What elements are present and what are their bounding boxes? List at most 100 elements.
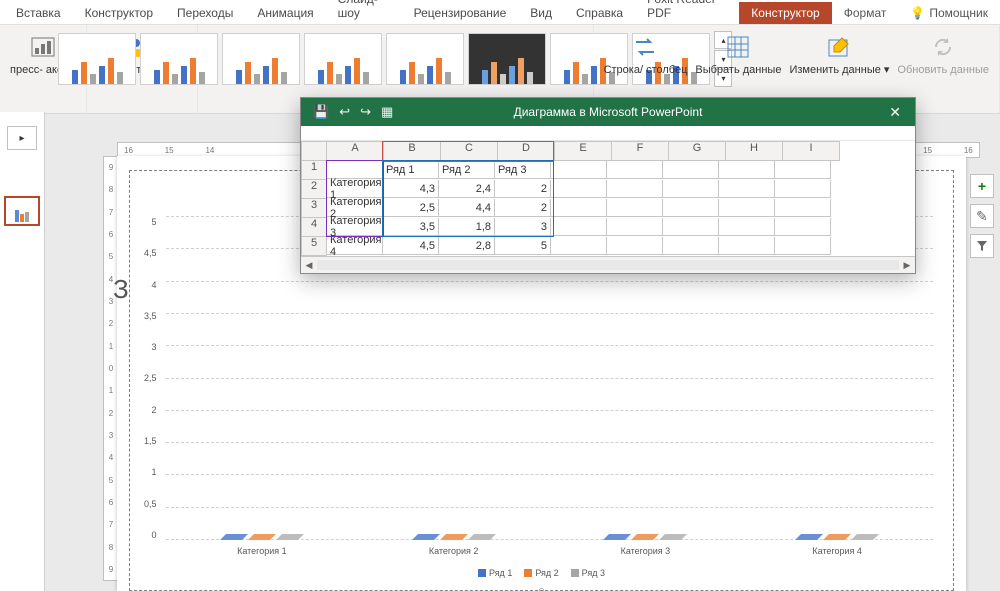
tab-рецензирование[interactable]: Рецензирование	[402, 2, 519, 24]
tab-вставка[interactable]: Вставка	[4, 2, 73, 24]
grid-cell[interactable]: 2	[495, 199, 551, 217]
grid-cell[interactable]	[551, 237, 607, 255]
legend-item[interactable]: Ряд 3	[571, 568, 605, 578]
grid-cell[interactable]: Ряд 2	[439, 161, 495, 179]
grid-cell[interactable]	[607, 237, 663, 255]
grid-cell[interactable]	[775, 218, 831, 236]
refresh-data-button[interactable]: Обновить данные	[893, 27, 993, 81]
scroll-left-icon[interactable]: ◀	[301, 260, 317, 271]
grid-cell[interactable]	[607, 161, 663, 179]
grid-cell[interactable]	[775, 161, 831, 179]
customize-icon[interactable]: ▦	[381, 104, 393, 120]
chart-elements-button[interactable]: +	[970, 174, 994, 198]
row-header[interactable]: 4	[301, 218, 327, 237]
grid-cell[interactable]	[551, 199, 607, 217]
grid-cell[interactable]	[607, 180, 663, 198]
grid-cell[interactable]	[719, 180, 775, 198]
grid-cell[interactable]: Категория 4	[327, 237, 383, 255]
column-header[interactable]: E	[555, 141, 612, 161]
grid-cell[interactable]: 2,4	[439, 180, 495, 198]
chart-style-thumb[interactable]	[58, 33, 136, 85]
legend-item[interactable]: Ряд 2	[524, 568, 558, 578]
data-grid[interactable]: ABCDEFGHI 1Ряд 1Ряд 2Ряд 32Категория 14,…	[301, 141, 915, 256]
chart-filters-button[interactable]	[970, 234, 994, 258]
grid-cell[interactable]	[775, 237, 831, 255]
chart-style-thumb[interactable]	[140, 33, 218, 85]
close-icon[interactable]: ✕	[875, 104, 915, 121]
chart-styles-button[interactable]: ✎	[970, 204, 994, 228]
row-header[interactable]: 1	[301, 161, 327, 180]
slide-thumbnail-1[interactable]	[4, 196, 40, 226]
grid-cell[interactable]	[663, 218, 719, 236]
column-header[interactable]: C	[441, 141, 498, 161]
grid-cell[interactable]	[775, 199, 831, 217]
tab-переходы[interactable]: Переходы	[165, 2, 245, 24]
grid-cell[interactable]	[719, 218, 775, 236]
chart-style-thumb[interactable]	[222, 33, 300, 85]
grid-cell[interactable]: 2,5	[383, 199, 439, 217]
grid-cell[interactable]: 2,8	[439, 237, 495, 255]
grid-cell[interactable]: 5	[495, 237, 551, 255]
undo-icon[interactable]: ↩	[339, 104, 350, 120]
row-header[interactable]: 3	[301, 199, 327, 218]
tab-конструктор[interactable]: Конструктор	[739, 2, 831, 24]
grid-cell[interactable]	[663, 180, 719, 198]
chart-style-thumb[interactable]	[386, 33, 464, 85]
select-data-button[interactable]: Выбрать данные	[691, 27, 785, 81]
x-axis: Категория 1Категория 2Категория 3Категор…	[166, 546, 933, 556]
redo-icon[interactable]: ↪	[360, 104, 371, 120]
grid-cell[interactable]: 4,4	[439, 199, 495, 217]
tab-foxit-reader-pdf[interactable]: Foxit Reader PDF	[635, 0, 739, 24]
swap-icon	[629, 31, 661, 63]
grid-cell[interactable]: 2	[495, 180, 551, 198]
grid-cell[interactable]: 4,5	[383, 237, 439, 255]
tab-вид[interactable]: Вид	[518, 2, 564, 24]
column-header[interactable]: G	[669, 141, 726, 161]
chart-style-thumb[interactable]	[468, 33, 546, 85]
column-header[interactable]: B	[384, 141, 441, 161]
tell-me-button[interactable]: 💡Помощник	[898, 2, 1000, 24]
chart-legend[interactable]: Ряд 1 Ряд 2 Ряд 3	[130, 568, 953, 578]
chart-data-titlebar[interactable]: 💾 ↩ ↪ ▦ Диаграмма в Microsoft PowerPoint…	[301, 98, 915, 126]
horizontal-scrollbar[interactable]: ◀ ▶	[301, 256, 915, 273]
row-header[interactable]: 5	[301, 237, 327, 256]
column-header[interactable]: A	[327, 141, 384, 161]
legend-item[interactable]: Ряд 1	[478, 568, 512, 578]
grid-cell[interactable]: Ряд 1	[383, 161, 439, 179]
grid-cell[interactable]	[719, 237, 775, 255]
grid-cell[interactable]: 3	[495, 218, 551, 236]
chart-data-window[interactable]: 💾 ↩ ↪ ▦ Диаграмма в Microsoft PowerPoint…	[300, 97, 916, 274]
grid-cell[interactable]	[551, 180, 607, 198]
tab-справка[interactable]: Справка	[564, 2, 635, 24]
column-header[interactable]: F	[612, 141, 669, 161]
grid-cell[interactable]	[775, 180, 831, 198]
scroll-right-icon[interactable]: ▶	[899, 260, 915, 271]
grid-cell[interactable]	[551, 161, 607, 179]
grid-cell[interactable]	[719, 199, 775, 217]
row-header[interactable]: 2	[301, 180, 327, 199]
save-icon[interactable]: 💾	[313, 104, 329, 120]
tab-конструктор[interactable]: Конструктор	[73, 2, 165, 24]
panel-expand-button[interactable]: ▸	[7, 126, 37, 150]
grid-cell[interactable]: 1,8	[439, 218, 495, 236]
grid-cell[interactable]	[663, 237, 719, 255]
grid-cell[interactable]	[663, 199, 719, 217]
grid-cell[interactable]	[663, 161, 719, 179]
grid-cell[interactable]: 4,3	[383, 180, 439, 198]
grid-cell[interactable]: 3,5	[383, 218, 439, 236]
tab-анимация[interactable]: Анимация	[245, 2, 325, 24]
switch-row-column-button[interactable]: Строка/ столбец	[600, 27, 692, 81]
column-header[interactable]: I	[783, 141, 840, 161]
select-all-corner[interactable]	[301, 141, 327, 161]
chart-style-thumb[interactable]	[304, 33, 382, 85]
tab-формат[interactable]: Формат	[832, 2, 899, 24]
grid-cell[interactable]	[607, 199, 663, 217]
column-header[interactable]: D	[498, 141, 555, 161]
grid-cell[interactable]	[551, 218, 607, 236]
tab-слайд-шоу[interactable]: Слайд-шоу	[326, 0, 402, 24]
grid-cell[interactable]	[719, 161, 775, 179]
column-header[interactable]: H	[726, 141, 783, 161]
edit-data-button[interactable]: Изменить данные ▾	[785, 27, 893, 81]
grid-cell[interactable]: Ряд 3	[495, 161, 551, 179]
grid-cell[interactable]	[607, 218, 663, 236]
